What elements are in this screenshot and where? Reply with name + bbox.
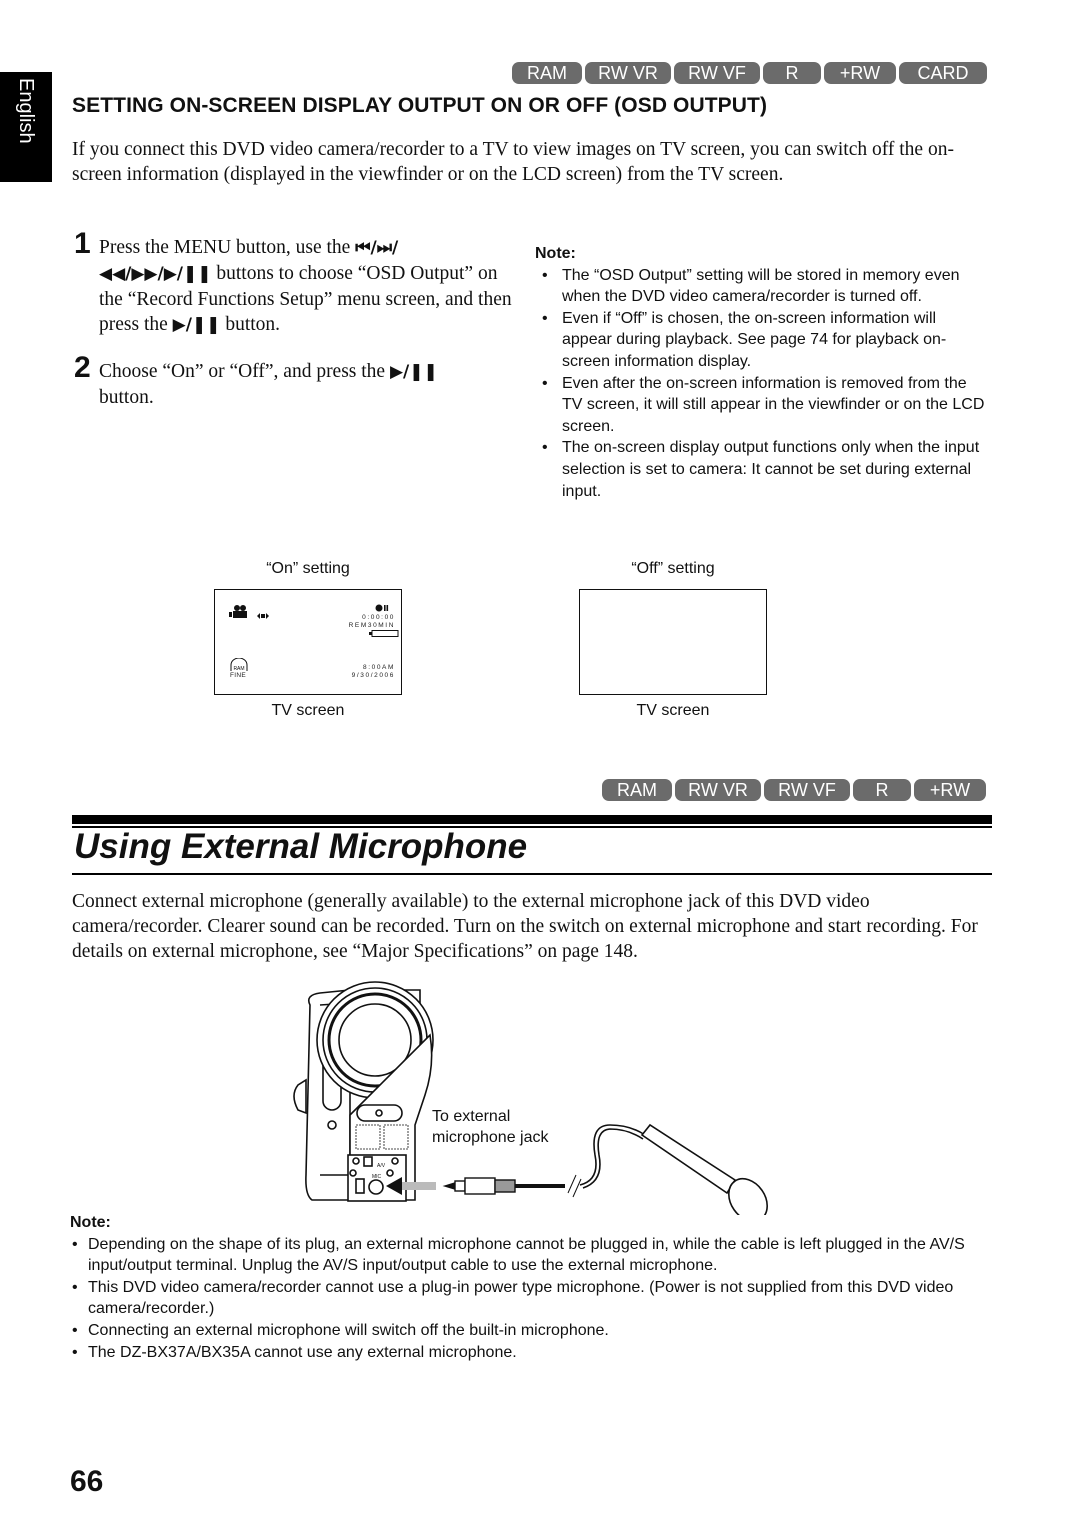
note-item: Even if “Off” is chosen, the on-screen i… — [535, 308, 990, 373]
osd-date: 9/30/2006 — [351, 672, 395, 679]
tv-screen-on: 0:00:00 REM30MIN RAM FINE 8:00AM 9/30/20… — [214, 589, 402, 695]
note-item: The DZ-BX37A/BX35A cannot use any extern… — [70, 1342, 990, 1364]
step-text-part: button. — [220, 314, 281, 335]
badge-plus-rw: +RW — [914, 779, 986, 801]
note-title: Note: — [535, 245, 576, 262]
mic-note: Note: Depending on the shape of its plug… — [70, 1212, 990, 1363]
page-number: 66 — [70, 1465, 104, 1498]
note-item: Even after the on-screen information is … — [535, 373, 990, 438]
play-pause-icon: ▶/❚❚ — [172, 315, 221, 335]
note-item: The “OSD Output” setting will be stored … — [535, 265, 990, 308]
record-pause-icon — [375, 604, 389, 612]
label-line: microphone jack — [432, 1129, 549, 1146]
tv-screen-label: TV screen — [271, 702, 345, 719]
badge-rw-vf: RW VF — [764, 779, 850, 801]
step-text: Press the MENU button, use the ⏮/⏭/ ◀◀/▶… — [99, 235, 514, 338]
page-title: Using External Microphone — [74, 827, 528, 866]
camera-mode-icon — [229, 605, 247, 618]
title-rule-bottom — [72, 873, 992, 875]
note-list: Depending on the shape of its plug, an e… — [70, 1234, 990, 1364]
step-text-part: button. — [99, 387, 154, 408]
skip-buttons-icon: ⏮/⏭/ — [355, 238, 399, 258]
note-item: Connecting an external microphone will s… — [70, 1320, 990, 1342]
osd-remaining: REM30MIN — [348, 622, 395, 629]
badge-ram: RAM — [602, 779, 672, 801]
osd-time: 8:00AM — [362, 664, 395, 671]
osd-intro-paragraph: If you connect this DVD video camera/rec… — [72, 139, 954, 185]
mic-jack-label: MIC — [372, 1174, 382, 1180]
badge-rw-vf: RW VF — [674, 62, 760, 84]
on-setting-caption: “On” setting — [266, 560, 350, 577]
osd-timecode: 0:00:00 — [362, 614, 395, 621]
badge-rw-vr: RW VR — [675, 779, 761, 801]
zoom-indicator-icon — [257, 613, 269, 619]
step-2: 2 Choose “On” or “Off”, and press the ▶/… — [74, 353, 514, 410]
battery-icon — [369, 630, 399, 637]
badge-ram: RAM — [512, 62, 582, 84]
media-badges-top: RAM RW VR RW VF R +RW CARD — [512, 62, 987, 84]
badge-plus-rw: +RW — [824, 62, 896, 84]
title-rule-thick — [72, 815, 992, 824]
step-number: 2 — [74, 351, 91, 384]
microphone-icon — [640, 1123, 768, 1215]
note-title: Note: — [70, 1214, 111, 1231]
badge-r: R — [763, 62, 821, 84]
step-1: 1 Press the MENU button, use the ⏮/⏭/ ◀◀… — [74, 229, 514, 338]
osd-note: Note: The “OSD Output” setting will be s… — [535, 243, 990, 502]
badge-rw-vr: RW VR — [585, 62, 671, 84]
tv-screen-label: TV screen — [636, 702, 710, 719]
note-item: This DVD video camera/recorder cannot us… — [70, 1277, 990, 1320]
step-text: Choose “On” or “Off”, and press the ▶/❚❚… — [99, 359, 514, 410]
mic-body-paragraph: Connect external microphone (generally a… — [72, 891, 978, 962]
av-jack-label: A/V — [377, 1163, 386, 1169]
badge-card: CARD — [899, 62, 987, 84]
off-setting-caption: “Off” setting — [631, 560, 715, 577]
step-text-part: Press the MENU button, use the — [99, 237, 356, 258]
disc-type-icon: RAM — [230, 658, 248, 672]
osd-quality: FINE — [230, 672, 247, 679]
navigation-buttons-icon: ◀◀/▶▶/▶/❚❚ — [99, 264, 212, 284]
language-label: English — [15, 78, 37, 144]
camcorder-microphone-illustration: A/V MIC — [293, 981, 768, 1215]
media-badges-mid: RAM RW VR RW VF R +RW — [602, 779, 986, 801]
camcorder-icon — [293, 981, 434, 1202]
tv-screen-off — [579, 589, 767, 695]
badge-r: R — [853, 779, 911, 801]
step-number: 1 — [74, 227, 91, 260]
section-heading-osd: SETTING ON-SCREEN DISPLAY OUTPUT ON OR O… — [72, 94, 768, 117]
microphone-jack-label: To external microphone jack — [432, 1106, 549, 1148]
note-item: The on-screen display output functions o… — [535, 437, 990, 502]
label-line: To external — [432, 1108, 511, 1125]
language-tab: English — [0, 72, 52, 182]
step-text-part: Choose “On” or “Off”, and press the — [99, 361, 390, 382]
note-item: Depending on the shape of its plug, an e… — [70, 1234, 990, 1277]
microphone-plug-icon — [442, 1174, 582, 1198]
microphone-cable-icon — [579, 1124, 646, 1189]
note-list: The “OSD Output” setting will be stored … — [535, 265, 990, 503]
play-pause-icon: ▶/❚❚ — [389, 362, 438, 382]
